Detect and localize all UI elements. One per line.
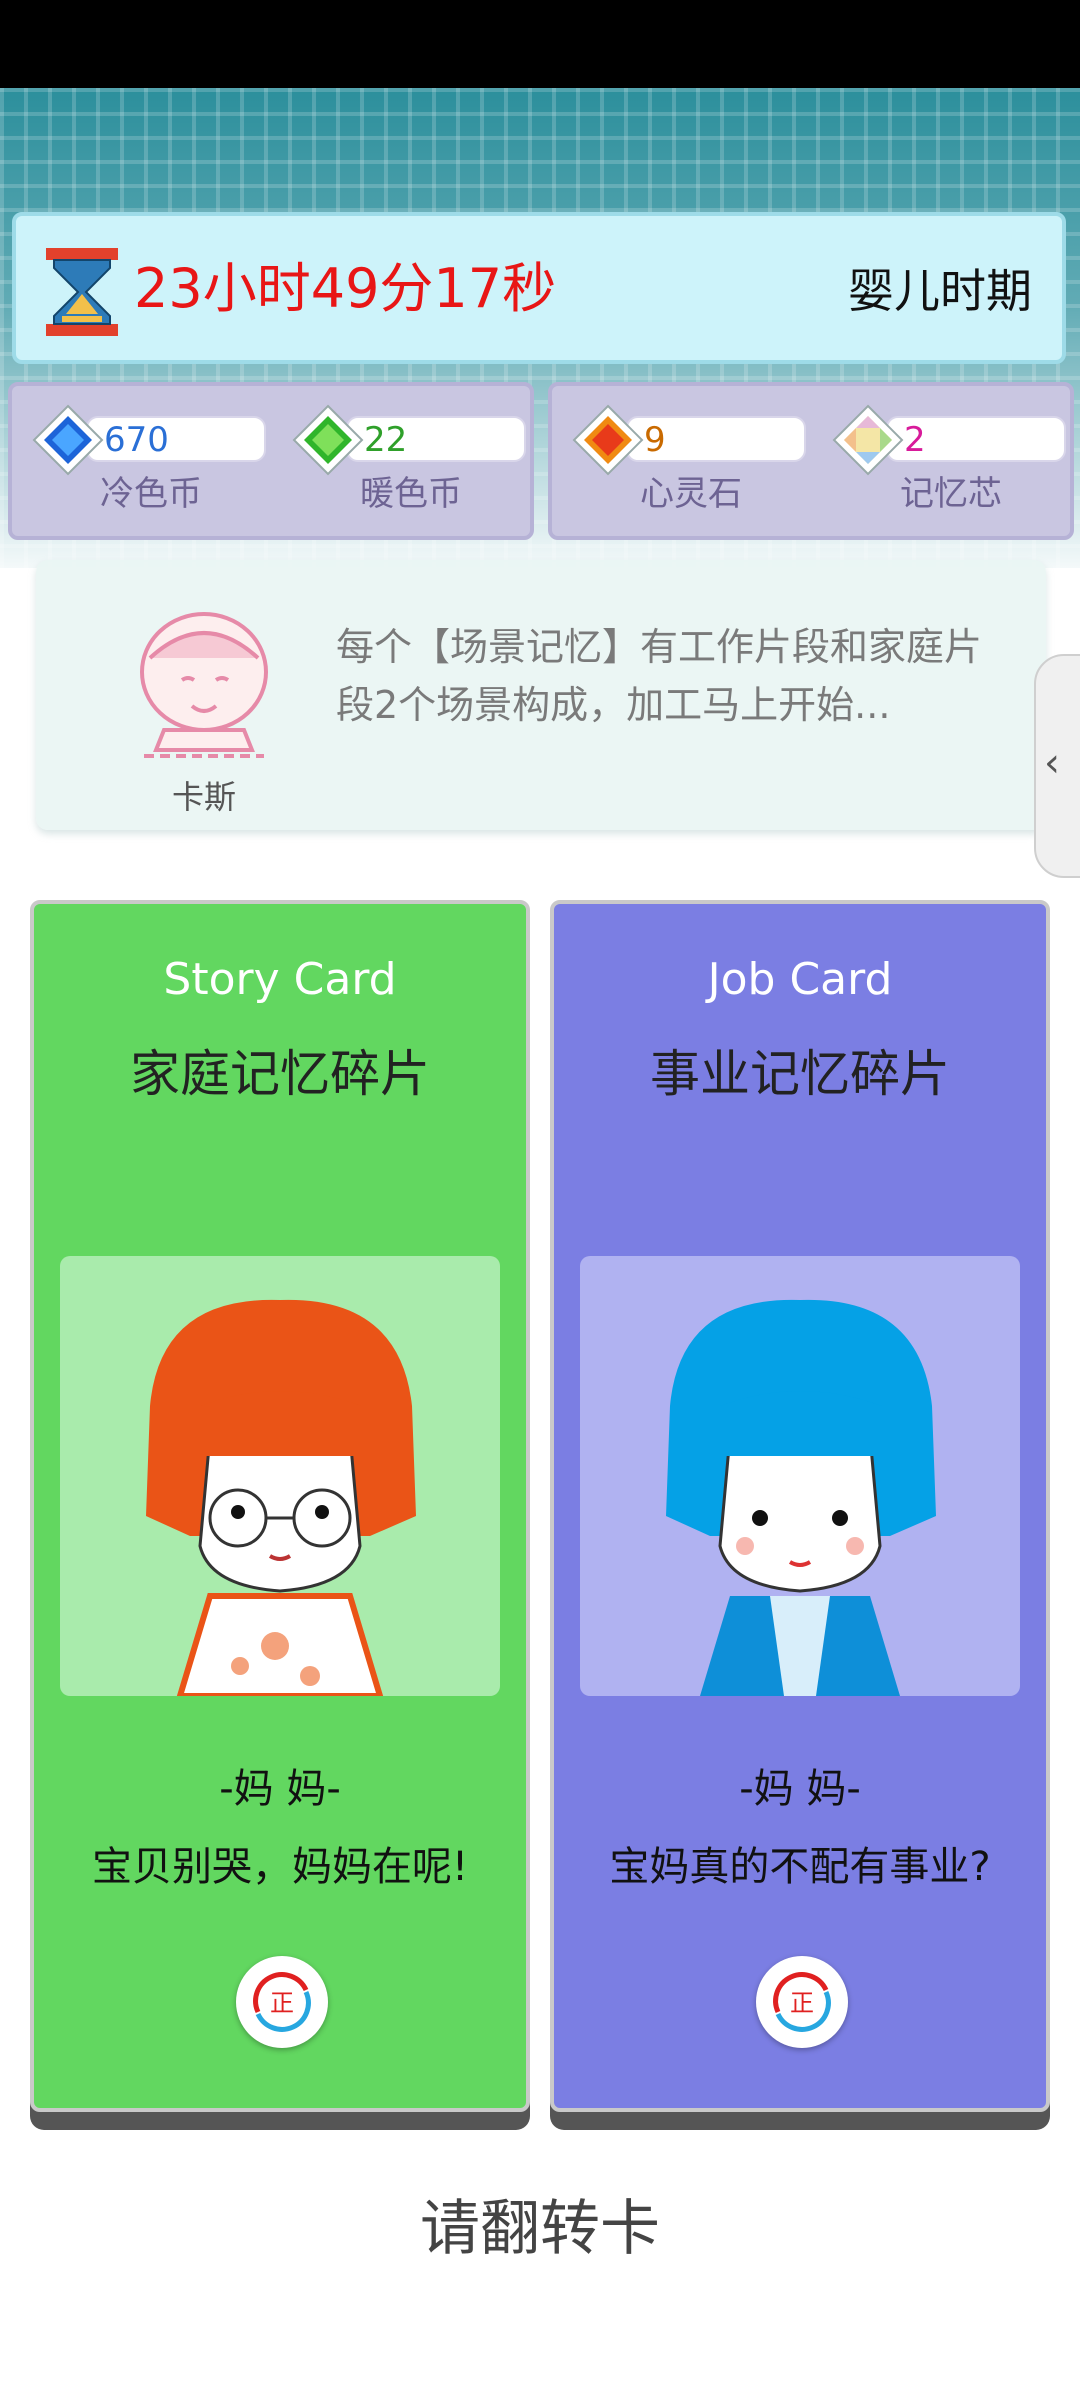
- orange-gem-icon: [572, 404, 644, 476]
- stone-panel: 9 心灵石 2 记忆芯: [548, 382, 1074, 540]
- timer-panel: 23小时49分17秒 婴儿时期: [12, 212, 1066, 364]
- flip-icon: 正: [773, 1972, 831, 2032]
- card-title-zh: 事业记忆碎片: [650, 1045, 950, 1103]
- svg-text:正: 正: [270, 1989, 294, 2017]
- countdown-timer: 23小时49分17秒: [134, 257, 557, 320]
- resource-memory-core[interactable]: 2 记忆芯: [830, 396, 1070, 526]
- resource-heart-stone[interactable]: 9 心灵石: [570, 396, 810, 526]
- rainbow-gem-icon: [832, 404, 904, 476]
- svg-text:正: 正: [790, 1989, 814, 2017]
- job-card[interactable]: Job Card 事业记忆碎片 -妈 妈- 宝妈真的不配有事业? 正: [550, 900, 1050, 2112]
- npc-message: 每个【场景记忆】有工作片段和家庭片段2个场景构成，加工马上开始...: [336, 625, 983, 727]
- green-gem-icon: [292, 404, 364, 476]
- baby-avatar: [140, 612, 268, 758]
- flip-card-button[interactable]: 正: [236, 1956, 328, 2048]
- card-quote: 宝妈真的不配有事业?: [609, 1844, 991, 1890]
- card-role: -妈 妈-: [219, 1766, 341, 1812]
- chevron-left-icon: ‹: [1044, 740, 1060, 786]
- resource-cold-coin[interactable]: 670 冷色币: [30, 396, 270, 526]
- card-title-en: Story Card: [163, 954, 397, 1005]
- story-card[interactable]: Story Card 家庭记忆碎片 -妈 妈- 宝贝别哭，妈妈在呢! 正: [30, 900, 530, 2112]
- mom-portrait-orange: [60, 1256, 500, 1696]
- side-drawer-tab[interactable]: ‹: [1034, 654, 1080, 878]
- hourglass-icon: [46, 248, 118, 336]
- status-bar: [0, 0, 1080, 88]
- flip-card-button[interactable]: 正: [756, 1956, 848, 2048]
- card-quote: 宝贝别哭，妈妈在呢!: [91, 1844, 469, 1890]
- life-period-label: 婴儿时期: [848, 264, 1032, 318]
- currency-panel: 670 冷色币 22 暖色币: [8, 382, 534, 540]
- card-title-en: Job Card: [707, 954, 893, 1005]
- blue-gem-icon: [32, 404, 104, 476]
- flip-icon: 正: [253, 1972, 311, 2032]
- npc-name: 卡斯: [171, 778, 236, 816]
- card-role: -妈 妈-: [739, 1766, 861, 1812]
- mom-portrait-blue: [580, 1256, 1020, 1696]
- card-title-zh: 家庭记忆碎片: [130, 1045, 430, 1103]
- npc-dialog: 卡斯 每个【场景记忆】有工作片段和家庭片段2个场景构成，加工马上开始...: [36, 560, 1046, 830]
- flip-card-prompt: 请翻转卡: [420, 2194, 660, 2264]
- resource-warm-coin[interactable]: 22 暖色币: [290, 396, 530, 526]
